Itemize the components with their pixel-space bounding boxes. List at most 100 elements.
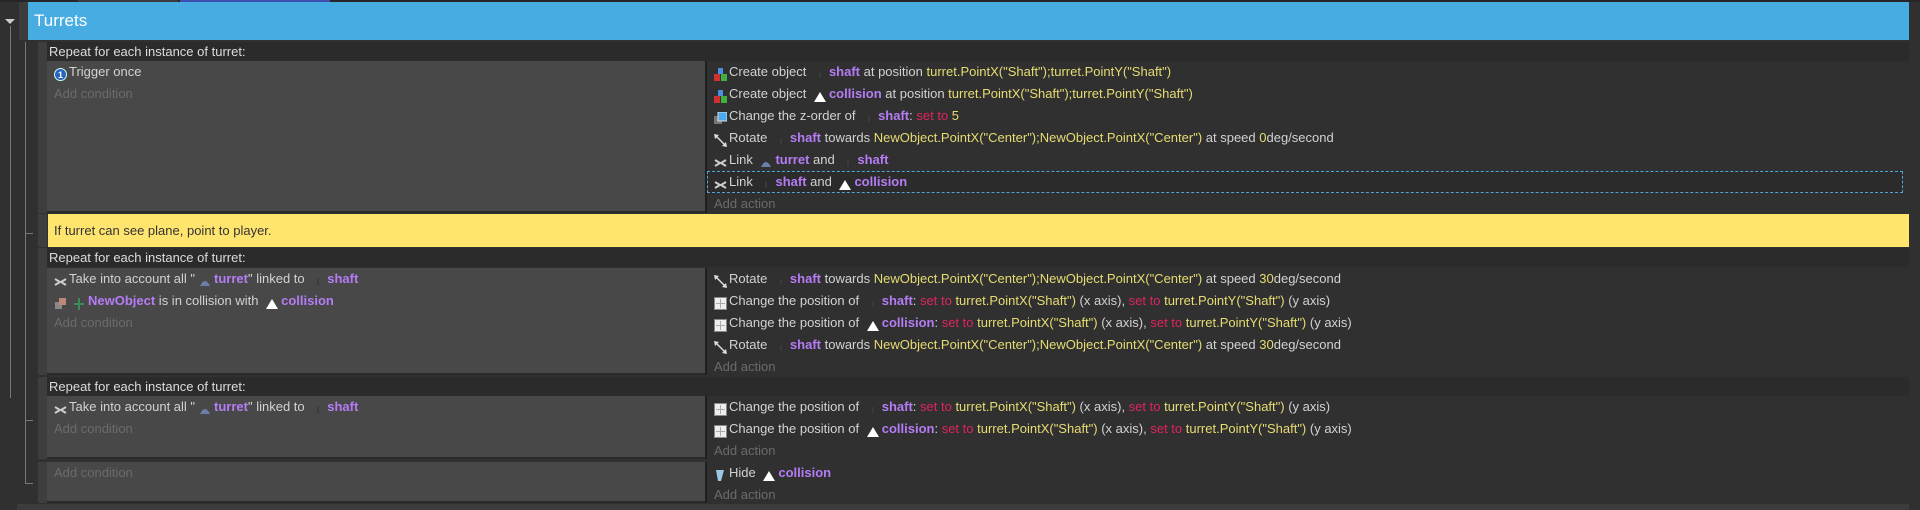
condition-row[interactable]: Take into account all " turret " linked to…	[47, 268, 705, 290]
rotate-icon	[714, 339, 727, 354]
text: towards	[820, 271, 874, 286]
text: :	[909, 108, 917, 123]
object-name[interactable]: collision	[882, 312, 935, 334]
event-handle[interactable]	[38, 377, 47, 459]
object-name[interactable]: shaft	[327, 268, 358, 290]
action-row[interactable]: Change the position of shaft: set to tur…	[707, 290, 1909, 312]
comment-handle[interactable]	[38, 214, 47, 247]
add-condition-button[interactable]: Add condition	[47, 462, 705, 484]
action-row[interactable]: Hide collision	[707, 462, 1909, 484]
expression: turret.PointY("Shaft")	[1185, 421, 1307, 436]
turret-object-icon	[199, 401, 211, 414]
object-name[interactable]: shaft	[790, 334, 821, 356]
action-row[interactable]: Change the position of collision: set to…	[707, 418, 1909, 440]
actions-panel[interactable]: Hide collision Add action	[705, 462, 1909, 503]
add-action-button[interactable]: Add action	[707, 440, 1909, 462]
shaft-object-icon	[775, 273, 787, 285]
conditions-panel[interactable]: Add condition	[47, 462, 705, 503]
object-name[interactable]: collision	[854, 171, 907, 193]
object-name[interactable]: turret	[214, 268, 248, 290]
add-condition-button[interactable]: Add condition	[47, 312, 705, 334]
group-handle[interactable]	[19, 2, 28, 40]
action-row[interactable]: Create object collision at position turr…	[707, 83, 1909, 105]
add-condition-button[interactable]: Add condition	[47, 83, 705, 105]
event-handle[interactable]	[38, 462, 47, 503]
object-name[interactable]: shaft	[882, 290, 913, 312]
object-name[interactable]: shaft	[878, 105, 909, 127]
rotate-icon	[714, 132, 727, 147]
condition-row[interactable]: Take into account all " turret " linked to…	[47, 396, 705, 418]
object-name[interactable]: shaft	[775, 171, 806, 193]
text: deg/second	[1273, 271, 1341, 286]
shaft-object-icon	[775, 339, 787, 351]
object-name[interactable]: shaft	[790, 268, 821, 290]
action-row[interactable]: Rotate shaft towards NewObject.PointX("C…	[707, 334, 1909, 356]
comment[interactable]: If turret can see plane, point to player…	[48, 214, 1909, 247]
group-header[interactable]: Turrets	[28, 2, 1909, 40]
operator: set to	[1150, 315, 1186, 330]
object-name[interactable]: collision	[281, 290, 334, 312]
text: at position	[881, 86, 949, 101]
actions-panel[interactable]: Change the position of shaft: set to tur…	[705, 396, 1909, 459]
repeat-header[interactable]: Repeat for each instance of turret:	[47, 42, 1909, 61]
text: at speed	[1202, 271, 1260, 286]
action-row[interactable]: Change the position of shaft: set to tur…	[707, 396, 1909, 418]
expression: turret.PointX("Shaft");turret.PointY("Sh…	[926, 64, 1172, 79]
tree-line	[25, 483, 33, 484]
collision-object-icon	[813, 88, 826, 102]
object-name[interactable]: shaft	[857, 149, 888, 171]
tree-line	[25, 233, 33, 234]
expression: turret.PointY("Shaft")	[1164, 399, 1285, 414]
object-name[interactable]: collision	[829, 83, 882, 105]
text: Create object	[729, 64, 810, 79]
repeat-header[interactable]: Repeat for each instance of turret:	[47, 377, 1909, 396]
action-row[interactable]: Link turret and shaft	[707, 149, 1909, 171]
action-row[interactable]: Link shaft and collision	[707, 171, 1903, 193]
expression: turret.PointX("Shaft")	[977, 315, 1098, 330]
object-name[interactable]: shaft	[790, 127, 821, 149]
event-handle[interactable]	[38, 42, 47, 213]
text: Change the position of	[729, 399, 863, 414]
object-name[interactable]: shaft	[882, 396, 913, 418]
action-row[interactable]: Change the z-order of shaft: set to 5	[707, 105, 1909, 127]
condition-row[interactable]: NewObject is in collision with collision	[47, 290, 705, 312]
add-action-button[interactable]: Add action	[707, 193, 1909, 215]
operator: set to	[916, 108, 952, 123]
object-name[interactable]: collision	[882, 418, 935, 440]
action-row[interactable]: Create object shaft at position turret.P…	[707, 61, 1909, 83]
add-condition-button[interactable]: Add condition	[47, 418, 705, 440]
hide-icon	[714, 467, 727, 481]
expression: 30	[1259, 337, 1274, 352]
object-name[interactable]: turret	[214, 396, 248, 418]
condition-row[interactable]: 1 Trigger once	[47, 61, 705, 83]
actions-panel[interactable]: Rotate shaft towards NewObject.PointX("C…	[705, 268, 1909, 375]
expression: 30	[1259, 271, 1274, 286]
conditions-panel[interactable]: 1 Trigger once Add condition	[47, 61, 705, 213]
event-handle[interactable]	[38, 248, 47, 375]
object-name[interactable]: shaft	[829, 61, 860, 83]
object-name[interactable]: collision	[778, 462, 831, 484]
conditions-panel[interactable]: Take into account all " turret " linked to…	[47, 396, 705, 459]
text: Change the position of	[729, 421, 863, 436]
operator: set to	[1128, 399, 1165, 414]
operator: set to	[920, 399, 956, 414]
actions-panel[interactable]: Create object shaft at position turret.P…	[705, 61, 1909, 213]
add-action-button[interactable]: Add action	[707, 356, 1909, 378]
conditions-panel[interactable]: Take into account all " turret " linked to…	[47, 268, 705, 375]
operator: set to	[1150, 421, 1186, 436]
text: Link	[729, 174, 757, 189]
object-name[interactable]: turret	[775, 149, 809, 171]
expression: turret.PointY("Shaft")	[1164, 293, 1285, 308]
object-name[interactable]: NewObject	[88, 290, 155, 312]
repeat-header[interactable]: Repeat for each instance of turret:	[47, 248, 1909, 267]
action-row[interactable]: Change the position of collision: set to…	[707, 312, 1909, 334]
collapse-triangle-icon[interactable]	[5, 19, 15, 24]
action-row[interactable]: Rotate shaft towards NewObject.PointX("C…	[707, 268, 1909, 290]
turret-object-icon	[199, 273, 211, 286]
text: (y axis)	[1284, 293, 1331, 308]
link-icon	[54, 273, 67, 286]
action-row[interactable]: Rotate shaft towards NewObject.PointX("C…	[707, 127, 1909, 149]
add-action-button[interactable]: Add action	[707, 484, 1909, 506]
object-name[interactable]: shaft	[327, 396, 358, 418]
text: Change the position of	[729, 315, 863, 330]
